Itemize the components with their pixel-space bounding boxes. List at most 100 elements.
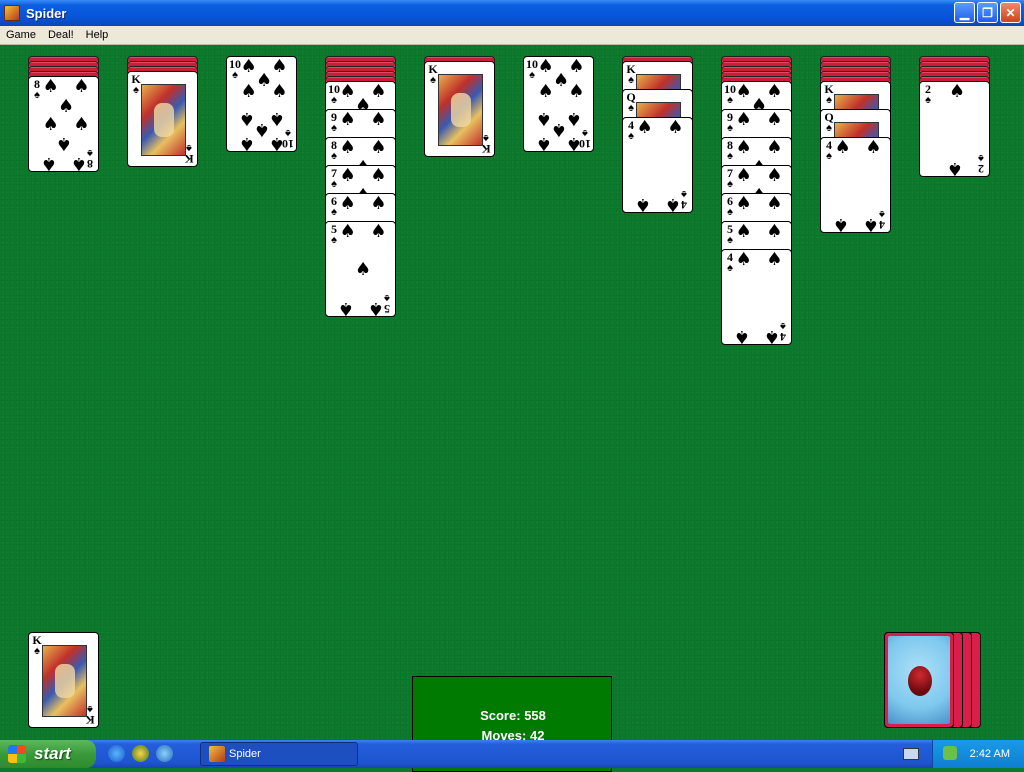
system-tray: 2:42 AM [932, 740, 1024, 768]
card-rank-text: 8 [87, 157, 93, 171]
spade-icon: ♠ [735, 81, 752, 103]
restore-button[interactable]: ❐ [977, 2, 998, 23]
spade-icon: ♠ [339, 165, 356, 187]
spade-icon: ♠ [727, 206, 733, 218]
spade-icon: ♠ [949, 81, 966, 103]
title-bar[interactable]: Spider ▁ ❐ ✕ [0, 0, 1024, 26]
card-pips: ♠ ♠ ♠ ♠ [832, 139, 881, 232]
card-rank: 7 ♠ [328, 167, 340, 190]
menu-game[interactable]: Game [0, 29, 42, 41]
window-title: Spider [26, 5, 67, 21]
spade-icon: ♠ [727, 150, 733, 162]
spade-icon: ♠ [727, 262, 733, 274]
spade-icon: ♠ [735, 249, 752, 271]
spade-icon: ♠ [667, 117, 684, 139]
card-10-spades[interactable]: 10♠10♠♠♠♠♠♠♠♠♠♠♠ [523, 56, 594, 152]
restore-icon: ❐ [982, 5, 993, 20]
minimize-button[interactable]: ▁ [954, 2, 975, 23]
card-k-spades[interactable]: K♠K♠ [28, 632, 99, 728]
windows-logo-icon [8, 745, 26, 763]
card-rank: 8 ♠ [328, 139, 340, 162]
card-pips: ♠ ♠ ♠ ♠ [733, 251, 782, 344]
spade-icon: ♠ [537, 81, 554, 103]
spade-icon: ♠ [331, 234, 337, 246]
media-player-icon[interactable] [156, 745, 173, 762]
spade-icon: ♠ [240, 56, 257, 78]
card-5-spades[interactable]: 5♠5♠♠♠♠♠♠ [325, 221, 396, 317]
spider-web-icon [888, 636, 950, 724]
spade-icon: ♠ [727, 178, 733, 190]
spade-icon: ♠ [271, 81, 288, 103]
card-rank-text: 4 [879, 218, 885, 232]
ie-icon[interactable] [108, 745, 125, 762]
spade-icon: ♠ [368, 297, 385, 317]
card-8-spades[interactable]: 8♠8♠♠♠♠♠♠♠♠♠ [28, 76, 99, 172]
keyboard-icon[interactable] [903, 748, 919, 760]
spade-icon: ♠ [727, 234, 733, 246]
score-value: 558 [524, 708, 546, 723]
spade-icon: ♠ [925, 94, 931, 106]
spade-icon: ♠ [727, 94, 733, 106]
network-icon[interactable] [943, 746, 957, 760]
card-rank-text: 4 [681, 198, 687, 212]
card-k-spades[interactable]: K♠K♠ [424, 61, 495, 157]
spade-icon: ♠ [735, 137, 752, 159]
score-label: Score: [480, 708, 521, 723]
spade-icon: ♠ [727, 122, 733, 134]
close-button[interactable]: ✕ [1000, 2, 1021, 23]
spade-icon: ♠ [834, 137, 851, 159]
close-icon: ✕ [1005, 5, 1016, 20]
spade-icon: ♠ [339, 81, 356, 103]
card-pips: ♠♠♠♠♠ [337, 223, 386, 316]
card-4-spades[interactable]: 4 ♠ 4 ♠ ♠ ♠ ♠ ♠ [820, 137, 891, 233]
card-k-spades[interactable]: K♠K♠ [127, 71, 198, 167]
card-rank: 4 ♠ [625, 119, 637, 142]
card-2-spades[interactable]: 2 ♠ 2 ♠ ♠ ♠ [919, 81, 990, 177]
spade-icon: ♠ [634, 193, 651, 213]
spade-icon: ♠ [55, 133, 72, 155]
spade-icon: ♠ [550, 118, 567, 140]
card-rank: 10 ♠ [328, 83, 340, 106]
spade-icon: ♠ [735, 109, 752, 131]
menu-deal[interactable]: Deal! [42, 29, 80, 41]
spade-icon: ♠ [568, 81, 585, 103]
spade-icon: ♠ [537, 56, 554, 78]
spade-icon: ♠ [331, 178, 337, 190]
spade-icon: ♠ [269, 107, 286, 129]
spider-icon [908, 666, 932, 696]
spade-icon: ♠ [568, 56, 585, 78]
menu-help[interactable]: Help [80, 29, 115, 41]
start-button[interactable]: start [0, 740, 96, 768]
stock-card[interactable] [884, 632, 954, 728]
spade-icon: ♠ [832, 213, 849, 233]
taskbar-spider-label: Spider [229, 748, 261, 760]
card-10-spades[interactable]: 10♠10♠♠♠♠♠♠♠♠♠♠♠ [226, 56, 297, 152]
spade-icon: ♠ [826, 150, 832, 162]
card-pips: ♠ ♠ ♠ ♠ [634, 119, 683, 212]
spade-icon: ♠ [73, 114, 90, 135]
start-label: start [34, 744, 71, 763]
spade-icon: ♠ [339, 137, 356, 159]
spade-icon: ♠ [370, 221, 387, 243]
spade-icon: ♠ [58, 95, 75, 117]
spade-icon: ♠ [331, 122, 337, 134]
spade-icon: ♠ [566, 132, 583, 152]
spade-icon: ♠ [535, 132, 552, 152]
spade-icon: ♠ [566, 107, 583, 129]
spade-icon: ♠ [766, 109, 783, 131]
card-pips: ♠♠♠♠♠♠♠♠ [40, 78, 90, 171]
taskbar-spider-button[interactable]: Spider [200, 742, 358, 766]
spade-icon: ♠ [766, 193, 783, 215]
spider-window: Spider ▁ ❐ ✕ Game Deal! Help 8 ♠ 8 ♠ ♠ ♠ ♠ ♠ ♠ ♠ ♠… [0, 0, 1024, 772]
spade-icon: ♠ [271, 56, 288, 78]
spade-icon: ♠ [232, 69, 238, 81]
msn-icon[interactable] [132, 745, 149, 762]
spade-icon: ♠ [766, 81, 783, 103]
spade-icon: ♠ [636, 117, 653, 139]
spade-icon: ♠ [269, 132, 286, 152]
card-4-spades[interactable]: 4 ♠ 4 ♠ ♠ ♠ ♠ ♠ [721, 249, 792, 345]
card-4-spades[interactable]: 4 ♠ 4 ♠ ♠ ♠ ♠ ♠ [622, 117, 693, 213]
spade-icon: ♠ [331, 94, 337, 106]
spade-icon: ♠ [735, 221, 752, 243]
spade-icon: ♠ [766, 165, 783, 187]
